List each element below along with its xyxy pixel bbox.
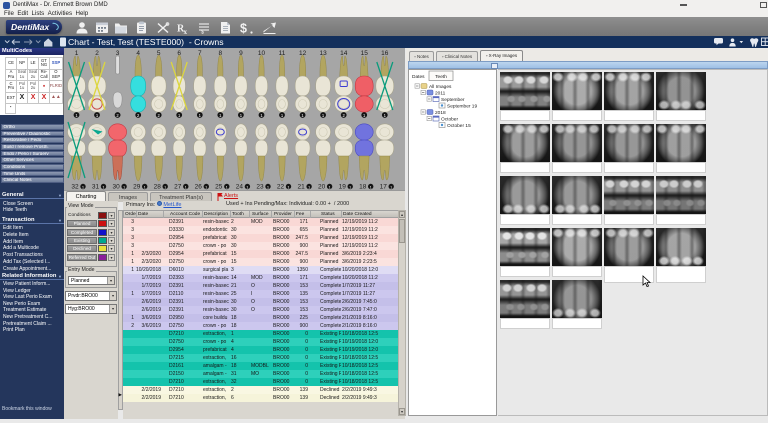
svg-text:15: 15	[361, 50, 369, 57]
svg-text:October 15: October 15	[447, 123, 471, 129]
svg-text:Dates: Dates	[412, 74, 425, 80]
svg-text:14: 14	[340, 50, 348, 57]
svg-text:x: x	[184, 28, 188, 35]
svg-text:2018: 2018	[435, 110, 446, 116]
svg-text:All Images: All Images	[429, 84, 452, 90]
svg-text:$: $	[201, 29, 204, 34]
svg-text:September: September	[441, 97, 465, 103]
svg-text:Teeth: Teeth	[435, 74, 447, 80]
svg-text:2011: 2011	[435, 91, 446, 97]
svg-text:October: October	[441, 117, 458, 123]
svg-text:September 19: September 19	[447, 104, 477, 110]
svg-text:$: $	[240, 21, 247, 35]
svg-text:16: 16	[381, 50, 389, 57]
